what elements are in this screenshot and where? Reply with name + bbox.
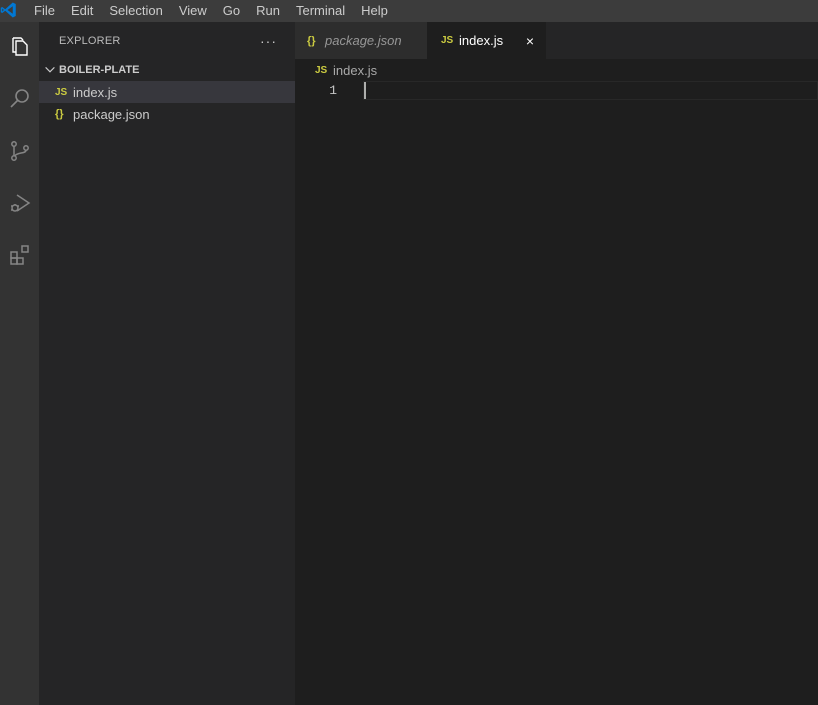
current-line-highlight [363,81,818,100]
more-actions-icon[interactable]: ··· [260,33,277,49]
extensions-icon[interactable] [0,232,39,278]
folder-boiler-plate[interactable]: BOILER-PLATE [39,59,295,81]
title-bar: File Edit Selection View Go Run Terminal… [0,0,818,22]
breadcrumb[interactable]: JS index.js [295,59,818,81]
file-item-package-json[interactable]: {} package.json [39,103,295,125]
menu-terminal[interactable]: Terminal [288,0,353,22]
menu-help[interactable]: Help [353,0,396,22]
code-line[interactable]: 1 [295,81,818,100]
source-control-icon[interactable] [0,128,39,174]
tab-package-json[interactable]: {} package.json [295,22,427,59]
tab-label: package.json [325,33,402,48]
json-file-icon: {} [55,108,64,120]
activity-bar [0,22,39,705]
explorer-sidebar: EXPLORER ··· BOILER-PLATE JS index.js {}… [39,22,295,705]
file-item-index-js[interactable]: JS index.js [39,81,295,103]
menu-run[interactable]: Run [248,0,288,22]
line-number: 1 [329,83,337,98]
vscode-logo-icon [0,0,34,22]
menu-bar: File Edit Selection View Go Run Terminal… [34,0,396,22]
menu-file[interactable]: File [34,0,63,22]
run-debug-icon[interactable] [0,180,39,226]
menu-view[interactable]: View [171,0,215,22]
sidebar-header: EXPLORER ··· [39,22,295,59]
json-file-icon: {} [307,34,316,47]
close-icon[interactable]: × [526,33,534,49]
js-file-icon: JS [315,64,328,76]
editor-group: {} package.json JS index.js × JS index.j… [295,22,818,705]
tab-bar: {} package.json JS index.js × [295,22,818,59]
search-icon[interactable] [0,76,39,122]
tab-index-js[interactable]: JS index.js × [427,22,546,59]
text-cursor [364,82,366,99]
js-file-icon: JS [55,86,68,98]
file-label: index.js [73,84,118,100]
file-label: package.json [73,106,150,122]
sidebar-title: EXPLORER [59,34,121,47]
menu-selection[interactable]: Selection [101,0,170,22]
breadcrumb-label: index.js [333,62,378,78]
tab-label: index.js [459,33,504,48]
folder-label: BOILER-PLATE [59,64,140,76]
chevron-down-icon [45,66,55,73]
menu-edit[interactable]: Edit [63,0,101,22]
js-file-icon: JS [441,35,454,46]
menu-go[interactable]: Go [215,0,248,22]
explorer-icon[interactable] [0,24,39,70]
